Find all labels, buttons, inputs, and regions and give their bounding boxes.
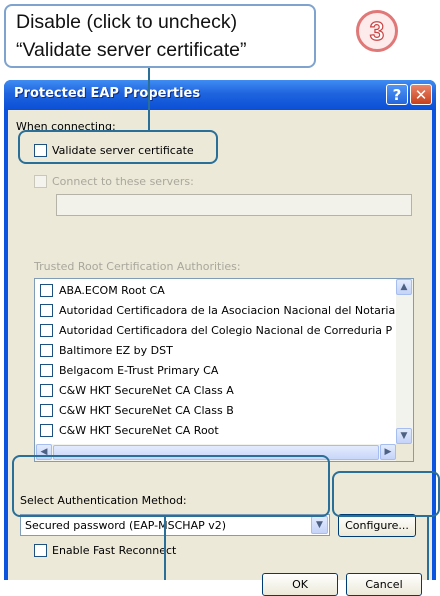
scrollbar-corner (396, 444, 413, 461)
list-item-label: C&W HKT SecureNet CA Class A (59, 384, 234, 397)
close-button[interactable]: ✕ (410, 84, 432, 105)
list-item-checkbox[interactable] (40, 384, 53, 397)
scroll-up-icon[interactable]: ▲ (396, 279, 412, 295)
window-title: Protected EAP Properties (14, 86, 201, 101)
list-item-checkbox[interactable] (40, 304, 53, 317)
auth-method-value: Secured password (EAP-MSCHAP v2) (25, 519, 227, 532)
callout-line-2: “Validate server certificate” (16, 39, 247, 61)
cancel-button[interactable]: Cancel (346, 573, 422, 596)
list-item[interactable]: ABA.ECOM Root CA (35, 281, 395, 301)
trusted-root-list[interactable]: ABA.ECOM Root CA Autoridad Certificadora… (34, 278, 414, 462)
auth-method-select[interactable]: Secured password (EAP-MSCHAP v2) ▼ (20, 514, 330, 536)
list-item-checkbox[interactable] (40, 404, 53, 417)
list-item-label: Autoridad Certificadora del Colegio Naci… (59, 324, 393, 337)
list-item[interactable]: C&W HKT SecureNet CA Class B (35, 401, 395, 421)
fast-reconnect-checkbox[interactable] (34, 544, 47, 557)
auth-method-highlight (12, 455, 330, 517)
instruction-callout: Disable (click to uncheck) “Validate ser… (4, 4, 316, 68)
list-item-label: C&W HKT SecureNet CA Class B (59, 404, 234, 417)
list-item-label: Autoridad Certificadora de la Asociacion… (59, 304, 396, 317)
list-item-label: ABA.ECOM Root CA (59, 284, 165, 297)
fast-reconnect-label[interactable]: Enable Fast Reconnect (52, 544, 176, 557)
validate-highlight (18, 130, 218, 164)
list-item-checkbox[interactable] (40, 424, 53, 437)
list-item-checkbox[interactable] (40, 324, 53, 337)
configure-highlight (332, 471, 440, 517)
trusted-root-label: Trusted Root Certification Authorities: (34, 260, 241, 273)
chevron-down-icon[interactable]: ▼ (311, 516, 328, 534)
callout-connector (148, 68, 150, 132)
list-item-label: C&W HKT SecureNet CA Root (59, 424, 219, 437)
help-button[interactable]: ? (386, 84, 408, 105)
configure-button[interactable]: Configure... (338, 514, 416, 537)
callout-line-1: Disable (click to uncheck) (16, 11, 238, 33)
list-item-label: Baltimore EZ by DST (59, 344, 173, 357)
servers-input (56, 194, 412, 216)
list-item-checkbox[interactable] (40, 344, 53, 357)
auth-method-connector (164, 517, 166, 580)
scroll-right-icon[interactable]: ▶ (380, 444, 396, 460)
list-item[interactable]: C&W HKT SecureNet CA Class A (35, 381, 395, 401)
list-item-label: Belgacom E-Trust Primary CA (59, 364, 219, 377)
list-item[interactable]: Baltimore EZ by DST (35, 341, 395, 361)
ok-button[interactable]: OK (262, 573, 338, 596)
configure-connector (427, 517, 429, 580)
step-number-badge: 3 (356, 10, 398, 52)
vertical-scrollbar[interactable]: ▲ ▼ (396, 279, 413, 444)
connect-to-servers-checkbox (34, 175, 47, 188)
list-item-checkbox[interactable] (40, 364, 53, 377)
list-item[interactable]: C&W HKT SecureNet CA Root (35, 421, 395, 441)
list-item[interactable]: Autoridad Certificadora de la Asociacion… (35, 301, 395, 321)
list-item[interactable]: Belgacom E-Trust Primary CA (35, 361, 395, 381)
connect-to-servers-label: Connect to these servers: (52, 175, 194, 188)
list-item-checkbox[interactable] (40, 284, 53, 297)
list-item[interactable]: Autoridad Certificadora del Colegio Naci… (35, 321, 395, 341)
scroll-down-icon[interactable]: ▼ (396, 428, 412, 444)
title-bar: Protected EAP Properties ? ✕ (4, 80, 436, 110)
